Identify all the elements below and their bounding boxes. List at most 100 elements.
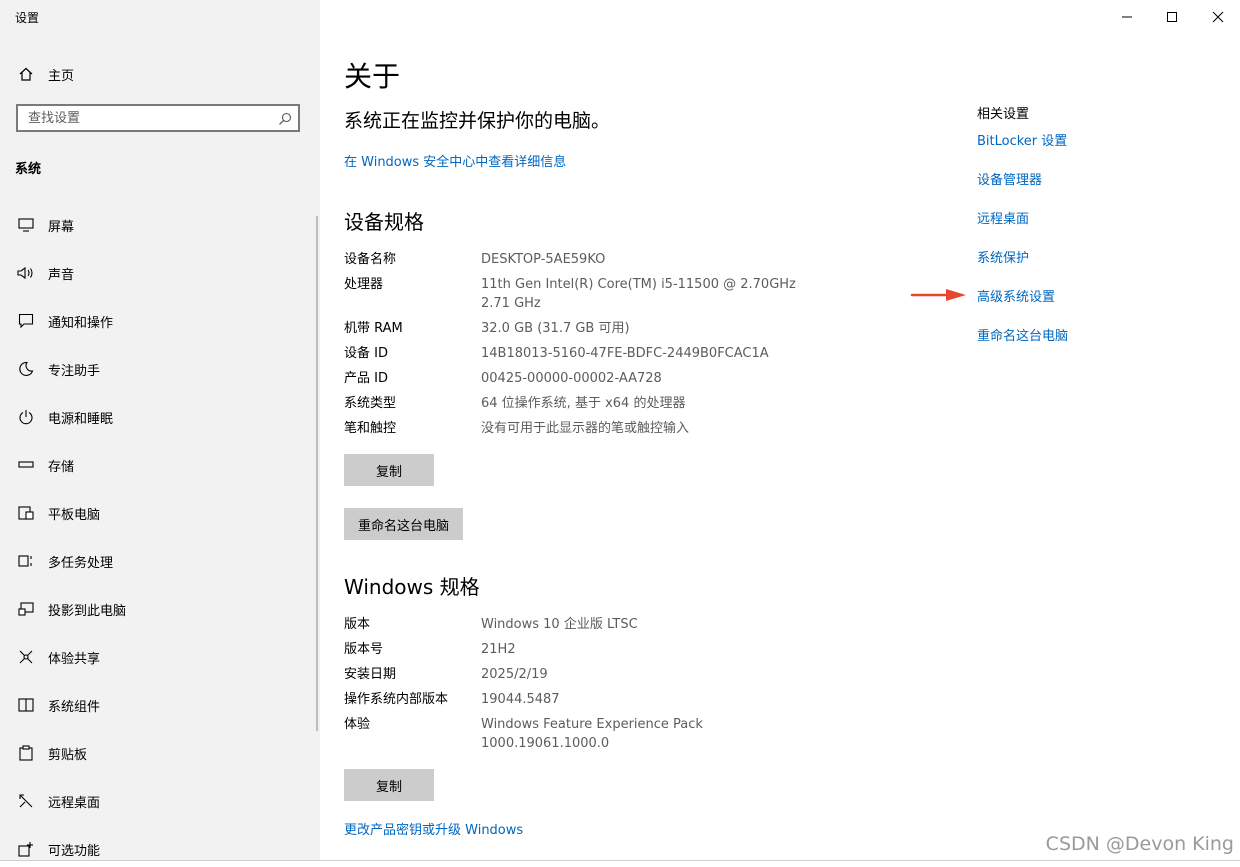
spec-key: 安装日期	[344, 667, 397, 682]
search-box[interactable]	[16, 104, 300, 132]
spec-key: 设备名称	[344, 252, 397, 267]
sidebar-item-label: 远程桌面	[48, 795, 101, 811]
sidebar-item-project[interactable]: 投影到此电脑	[0, 591, 320, 627]
device-manager-link[interactable]: 设备管理器	[977, 169, 1042, 188]
sidebar-item-sound[interactable]: 声音	[0, 255, 320, 291]
sidebar-item-label: 可选功能	[48, 843, 101, 859]
sidebar-item-label: 声音	[48, 267, 75, 283]
clipboard-icon	[17, 744, 35, 762]
spec-value: 21H2	[481, 642, 516, 657]
spec-key: 版本	[344, 617, 371, 632]
tablet-icon	[17, 504, 35, 522]
spec-value: DESKTOP-5AE59KO	[481, 252, 606, 267]
change-product-key-link[interactable]: 更改产品密钥或升级 Windows	[344, 819, 523, 838]
spec-value: 14B18013-5160-47FE-BDFC-2449B0FCAC1A	[481, 346, 769, 361]
sidebar-item-label: 系统组件	[48, 699, 101, 715]
sidebar-item-label: 平板电脑	[48, 507, 101, 523]
search-input[interactable]	[18, 106, 268, 130]
sidebar-item-shared-experiences[interactable]: 体验共享	[0, 639, 320, 675]
spec-value: 11th Gen Intel(R) Core(TM) i5-11500 @ 2.…	[481, 277, 796, 292]
minimize-button[interactable]	[1113, 6, 1141, 28]
maximize-icon	[1167, 12, 1177, 22]
advanced-system-settings-link[interactable]: 高级系统设置	[977, 286, 1055, 305]
page-title: 关于	[344, 60, 401, 93]
home-label: 主页	[48, 68, 75, 84]
spec-key: 机带 RAM	[344, 321, 403, 336]
notification-icon	[17, 312, 35, 330]
spec-key: 版本号	[344, 642, 384, 657]
spec-value: Windows Feature Experience Pack	[481, 717, 703, 732]
sidebar-item-multitasking[interactable]: 多任务处理	[0, 543, 320, 579]
spec-key: 设备 ID	[344, 346, 388, 361]
sidebar-item-label: 电源和睡眠	[48, 411, 114, 427]
protection-message: 系统正在监控并保护你的电脑。	[344, 110, 611, 132]
sidebar-item-display[interactable]: 屏幕	[0, 207, 320, 243]
spec-key: 笔和触控	[344, 421, 397, 436]
spec-value: 19044.5487	[481, 692, 560, 707]
components-icon	[17, 696, 35, 714]
sidebar-item-label: 剪贴板	[48, 747, 88, 763]
spec-value-line2: 1000.19061.1000.0	[481, 736, 610, 751]
app-title: 设置	[15, 11, 40, 25]
sidebar-item-label: 通知和操作	[48, 315, 114, 331]
sidebar-item-notifications[interactable]: 通知和操作	[0, 303, 320, 339]
spec-key: 产品 ID	[344, 371, 388, 386]
spec-value: 2025/2/19	[481, 667, 548, 682]
related-settings-title: 相关设置	[977, 107, 1030, 122]
sidebar-item-label: 专注助手	[48, 363, 101, 379]
spec-value: 没有可用于此显示器的笔或触控输入	[481, 421, 690, 436]
spec-value: 64 位操作系统, 基于 x64 的处理器	[481, 396, 686, 411]
home-icon	[17, 65, 35, 83]
copy-windows-specs-button[interactable]: 复制	[344, 769, 434, 801]
share-icon	[17, 648, 35, 666]
sidebar-item-system-components[interactable]: 系统组件	[0, 687, 320, 723]
sidebar-item-storage[interactable]: 存储	[0, 447, 320, 483]
main-content: 关于 系统正在监控并保护你的电脑。 在 Windows 安全中心中查看详细信息 …	[344, 0, 924, 861]
sidebar-item-power-sleep[interactable]: 电源和睡眠	[0, 399, 320, 435]
speaker-icon	[17, 264, 35, 282]
spec-value: Windows 10 企业版 LTSC	[481, 617, 638, 632]
sidebar-item-label: 存储	[48, 459, 75, 475]
moon-icon	[17, 360, 35, 378]
search-icon[interactable]	[278, 111, 292, 125]
sidebar-item-label: 投影到此电脑	[48, 603, 127, 619]
bitlocker-settings-link[interactable]: BitLocker 设置	[977, 130, 1067, 149]
device-specs-heading: 设备规格	[344, 210, 424, 234]
home-nav-item[interactable]: 主页	[0, 60, 320, 88]
annotation-arrow-icon	[910, 289, 966, 301]
sidebar: 设置 主页 系统 屏幕 声音 通知和操作 专注助手 电源和睡眠 存储 平板	[0, 0, 320, 861]
copy-device-specs-button[interactable]: 复制	[344, 454, 434, 486]
sidebar-item-label: 多任务处理	[48, 555, 114, 571]
optional-icon	[17, 840, 35, 858]
monitor-icon	[17, 216, 35, 234]
spec-key: 处理器	[344, 277, 384, 292]
spec-value: 32.0 GB (31.7 GB 可用)	[481, 321, 630, 336]
spec-value-line2: 2.71 GHz	[481, 296, 541, 311]
sidebar-scrollbar[interactable]	[316, 216, 318, 731]
sidebar-item-clipboard[interactable]: 剪贴板	[0, 735, 320, 771]
minimize-icon	[1122, 16, 1132, 18]
maximize-button[interactable]	[1158, 6, 1186, 28]
storage-icon	[17, 456, 35, 474]
rename-pc-link[interactable]: 重命名这台电脑	[977, 325, 1068, 344]
rename-pc-button[interactable]: 重命名这台电脑	[344, 508, 464, 540]
security-center-link[interactable]: 在 Windows 安全中心中查看详细信息	[344, 151, 566, 170]
remote-icon	[17, 792, 35, 810]
sidebar-item-optional-features[interactable]: 可选功能	[0, 831, 320, 867]
multitask-icon	[17, 552, 35, 570]
sidebar-item-tablet[interactable]: 平板电脑	[0, 495, 320, 531]
close-icon	[1212, 11, 1224, 23]
remote-desktop-link[interactable]: 远程桌面	[977, 208, 1029, 227]
sidebar-item-remote-desktop[interactable]: 远程桌面	[0, 783, 320, 819]
project-icon	[17, 600, 35, 618]
spec-key: 操作系统内部版本	[344, 692, 449, 707]
close-button[interactable]	[1204, 6, 1232, 28]
windows-specs-heading: Windows 规格	[344, 575, 480, 599]
spec-key: 体验	[344, 717, 371, 732]
spec-value: 00425-00000-00002-AA728	[481, 371, 662, 386]
sidebar-item-label: 体验共享	[48, 651, 101, 667]
power-icon	[17, 408, 35, 426]
sidebar-item-focus-assist[interactable]: 专注助手	[0, 351, 320, 387]
spec-key: 系统类型	[344, 396, 397, 411]
system-protection-link[interactable]: 系统保护	[977, 247, 1029, 266]
